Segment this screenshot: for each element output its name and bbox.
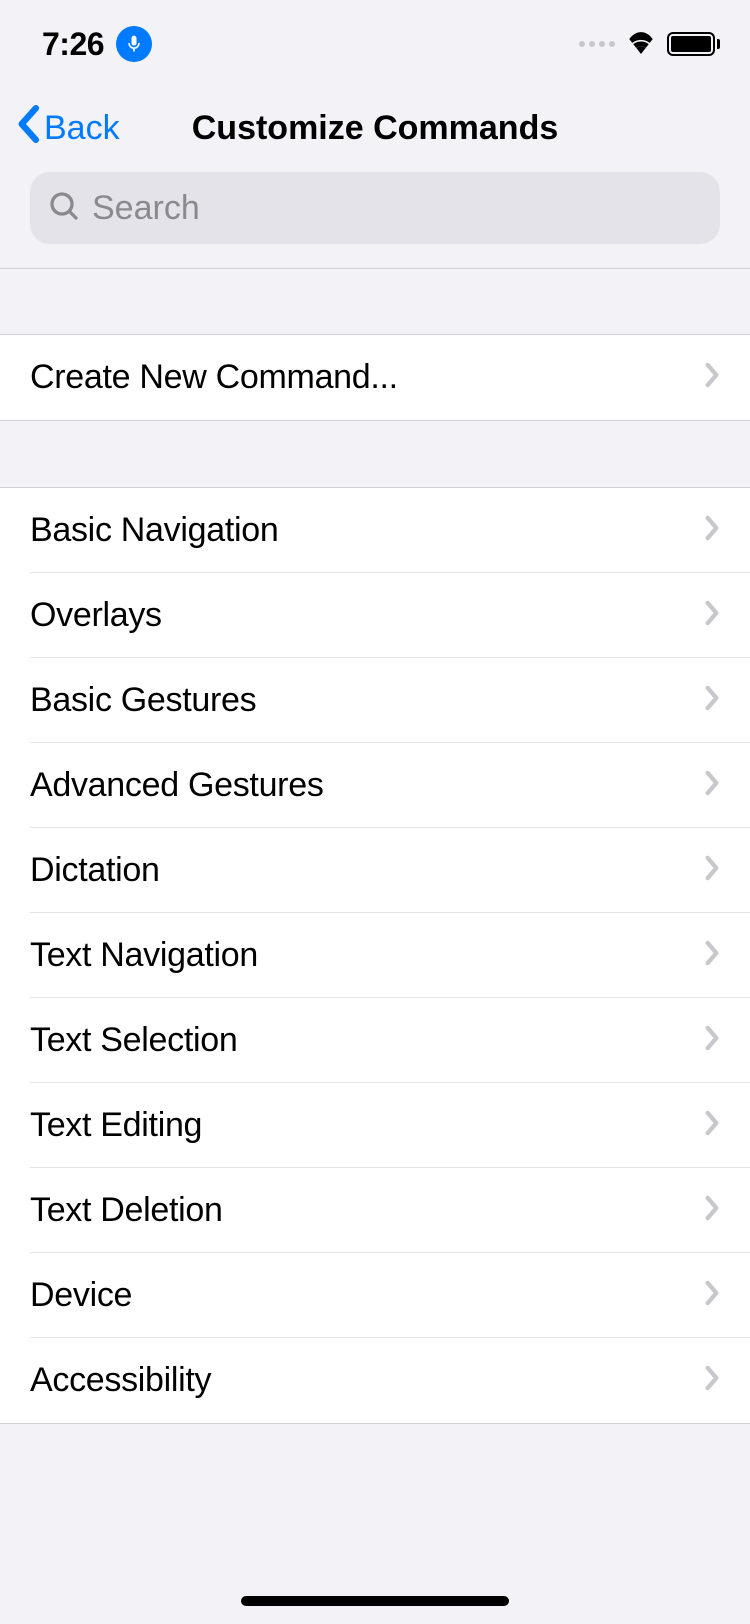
row-label: Text Editing — [30, 1106, 202, 1145]
chevron-right-icon — [704, 1365, 720, 1396]
back-label: Back — [44, 109, 120, 148]
create-new-command-label: Create New Command... — [30, 358, 398, 397]
category-basic-navigation[interactable]: Basic Navigation — [0, 488, 750, 573]
row-label: Dictation — [30, 851, 160, 890]
create-new-command-row[interactable]: Create New Command... — [0, 335, 750, 420]
row-label: Text Selection — [30, 1021, 237, 1060]
chevron-right-icon — [704, 855, 720, 886]
section-gap — [0, 268, 750, 334]
row-label: Text Navigation — [30, 936, 258, 975]
chevron-right-icon — [704, 515, 720, 546]
category-text-editing[interactable]: Text Editing — [0, 1083, 750, 1168]
chevron-right-icon — [704, 1195, 720, 1226]
cell-signal-dots — [579, 41, 615, 47]
row-label: Text Deletion — [30, 1191, 223, 1230]
microphone-icon — [124, 34, 144, 54]
row-label: Overlays — [30, 596, 162, 635]
search-icon — [48, 190, 80, 227]
chevron-right-icon — [704, 685, 720, 716]
chevron-right-icon — [704, 362, 720, 393]
row-label: Advanced Gestures — [30, 766, 324, 805]
row-label: Accessibility — [30, 1361, 211, 1400]
chevron-right-icon — [704, 1110, 720, 1141]
status-time: 7:26 — [42, 26, 104, 63]
chevron-right-icon — [704, 600, 720, 631]
row-label: Basic Gestures — [30, 681, 256, 720]
create-section: Create New Command... — [0, 334, 750, 421]
category-device[interactable]: Device — [0, 1253, 750, 1338]
category-accessibility[interactable]: Accessibility — [0, 1338, 750, 1423]
category-text-selection[interactable]: Text Selection — [0, 998, 750, 1083]
home-indicator[interactable] — [241, 1596, 509, 1606]
status-left: 7:26 — [42, 26, 152, 63]
status-bar: 7:26 — [0, 0, 750, 88]
search-input[interactable] — [92, 189, 702, 228]
chevron-right-icon — [704, 770, 720, 801]
chevron-right-icon — [704, 940, 720, 971]
category-text-navigation[interactable]: Text Navigation — [0, 913, 750, 998]
category-text-deletion[interactable]: Text Deletion — [0, 1168, 750, 1253]
status-right — [579, 30, 720, 59]
chevron-right-icon — [704, 1025, 720, 1056]
category-overlays[interactable]: Overlays — [0, 573, 750, 658]
category-advanced-gestures[interactable]: Advanced Gestures — [0, 743, 750, 828]
search-field[interactable] — [30, 172, 720, 244]
battery-icon — [667, 32, 720, 56]
chevron-right-icon — [704, 1280, 720, 1311]
back-button[interactable]: Back — [16, 105, 120, 152]
navigation-bar: Back Customize Commands — [0, 88, 750, 168]
category-basic-gestures[interactable]: Basic Gestures — [0, 658, 750, 743]
categories-section: Basic Navigation Overlays Basic Gestures… — [0, 487, 750, 1424]
row-label: Device — [30, 1276, 132, 1315]
search-wrapper — [0, 168, 750, 268]
section-gap — [0, 421, 750, 487]
category-dictation[interactable]: Dictation — [0, 828, 750, 913]
row-label: Basic Navigation — [30, 511, 278, 550]
microphone-badge[interactable] — [116, 26, 152, 62]
wifi-icon — [625, 30, 657, 59]
chevron-left-icon — [16, 105, 40, 152]
